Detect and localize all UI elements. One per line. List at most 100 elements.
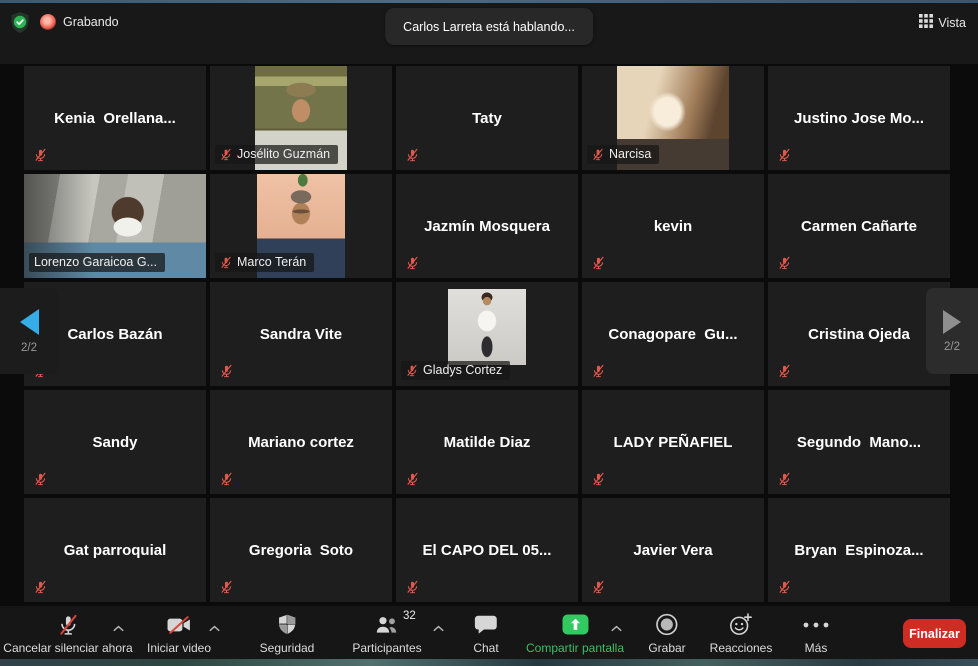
participant-tile[interactable]: Mariano cortez — [210, 390, 392, 494]
participant-tile[interactable]: Carmen Cañarte — [768, 174, 950, 278]
participant-tile[interactable]: kevin — [582, 174, 764, 278]
participant-name: Sandra Vite — [210, 282, 392, 386]
participants-icon: 32 — [374, 612, 400, 637]
muted-mic-icon — [592, 256, 605, 270]
muted-mic-icon — [592, 148, 604, 161]
next-page-button[interactable]: 2/2 — [926, 288, 978, 374]
participant-tile[interactable]: El CAPO DEL 05... — [396, 498, 578, 602]
recording-indicator: Grabando — [40, 14, 119, 30]
video-options-chevron-icon[interactable] — [209, 625, 220, 632]
muted-mic-icon — [406, 364, 418, 377]
participant-tile[interactable]: Jazmín Mosquera — [396, 174, 578, 278]
active-speaker-banner: Carlos Larreta está hablando... — [385, 8, 593, 45]
participant-tile[interactable]: Bryan Espinoza... — [768, 498, 950, 602]
muted-mic-icon — [592, 580, 605, 594]
arrow-right-icon — [943, 310, 961, 334]
participant-tile[interactable]: Conagopare Gu... — [582, 282, 764, 386]
recording-label: Grabando — [63, 15, 119, 29]
participant-tile[interactable]: Justino Jose Mo... — [768, 66, 950, 170]
participant-name: Lorenzo Garaicoa G... — [34, 255, 157, 269]
participant-name: Taty — [396, 66, 578, 170]
participant-tile[interactable]: Javier Vera — [582, 498, 764, 602]
participant-name: Sandy — [24, 390, 206, 494]
muted-mic-icon — [220, 148, 232, 161]
participant-name: Mariano cortez — [210, 390, 392, 494]
page-indicator: 2/2 — [21, 342, 37, 354]
participant-name-label: Josélito Guzmán — [215, 145, 338, 164]
record-button[interactable]: Grabar — [648, 612, 685, 655]
participant-name: Jazmín Mosquera — [396, 174, 578, 278]
participant-name: Josélito Guzmán — [237, 147, 330, 161]
previous-page-button[interactable]: 2/2 — [0, 288, 58, 374]
participant-tile[interactable]: Kenia Orellana... — [24, 66, 206, 170]
security-label: Seguridad — [260, 641, 315, 655]
participant-name-label: Gladys Cortez — [401, 361, 510, 380]
chat-bubble-icon — [474, 612, 497, 637]
muted-mic-icon — [34, 580, 47, 594]
unmute-button[interactable]: Cancelar silenciar ahora — [3, 612, 132, 655]
participant-tile[interactable]: Narcisa — [582, 66, 764, 170]
participant-grid: Kenia Orellana... — [24, 66, 950, 602]
participant-tile[interactable]: Gregoria Soto — [210, 498, 392, 602]
more-button[interactable]: Más — [803, 612, 829, 655]
reactions-label: Reacciones — [710, 641, 773, 655]
participant-tile[interactable]: Marco Terán — [210, 174, 392, 278]
muted-mic-icon — [220, 472, 233, 486]
participant-tile[interactable]: Taty — [396, 66, 578, 170]
participant-name: Gladys Cortez — [423, 363, 502, 377]
share-screen-label: Compartir pantalla — [526, 641, 624, 655]
participant-tile[interactable]: Gat parroquial — [24, 498, 206, 602]
share-screen-button[interactable]: Compartir pantalla — [526, 612, 624, 655]
participant-tile[interactable]: Sandy — [24, 390, 206, 494]
share-screen-icon — [561, 612, 588, 637]
participant-name: Kenia Orellana... — [24, 66, 206, 170]
muted-mic-icon — [778, 148, 791, 162]
more-dots-icon — [803, 612, 829, 637]
participant-name: Justino Jose Mo... — [768, 66, 950, 170]
view-label: Vista — [938, 16, 966, 30]
participant-name: Segundo Mano... — [768, 390, 950, 494]
participant-tile[interactable]: LADY PEÑAFIEL — [582, 390, 764, 494]
start-video-button[interactable]: Iniciar video — [147, 612, 211, 655]
participant-tile[interactable]: Josélito Guzmán — [210, 66, 392, 170]
record-label: Grabar — [648, 641, 685, 655]
record-icon — [655, 612, 678, 637]
view-button[interactable]: Vista — [919, 14, 966, 31]
recording-dot-icon — [40, 14, 56, 30]
muted-mic-icon — [220, 364, 233, 378]
participant-name: Gregoria Soto — [210, 498, 392, 602]
participant-name: Cristina Ojeda — [768, 282, 950, 386]
participant-tile[interactable]: Matilde Diaz — [396, 390, 578, 494]
meeting-top-bar: Grabando Carlos Larreta está hablando...… — [0, 3, 978, 64]
share-options-chevron-icon[interactable] — [611, 625, 622, 632]
chat-button[interactable]: Chat — [473, 612, 498, 655]
more-label: Más — [805, 641, 828, 655]
participant-name-label: Lorenzo Garaicoa G... — [29, 253, 165, 272]
unmute-label: Cancelar silenciar ahora — [3, 641, 132, 655]
muted-mic-icon — [220, 580, 233, 594]
participant-name-label: Narcisa — [587, 145, 659, 164]
security-button[interactable]: Seguridad — [260, 612, 315, 655]
muted-mic-icon — [778, 472, 791, 486]
participant-tile[interactable]: Cristina Ojeda — [768, 282, 950, 386]
muted-mic-icon — [406, 148, 419, 162]
reactions-button[interactable]: Reacciones — [710, 612, 773, 655]
participant-tile[interactable]: Gladys Cortez — [396, 282, 578, 386]
participant-name-label: Marco Terán — [215, 253, 314, 272]
participant-tile[interactable]: Lorenzo Garaicoa G... — [24, 174, 206, 278]
shield-check-icon — [9, 11, 31, 35]
muted-mic-icon — [34, 472, 47, 486]
participant-name: Marco Terán — [237, 255, 306, 269]
microphone-muted-icon — [58, 612, 78, 637]
muted-mic-icon — [778, 364, 791, 378]
participants-options-chevron-icon[interactable] — [433, 625, 444, 632]
participant-tile[interactable]: Sandra Vite — [210, 282, 392, 386]
camera-off-icon — [167, 612, 191, 637]
end-meeting-button[interactable]: Finalizar — [903, 619, 966, 648]
mic-options-chevron-icon[interactable] — [113, 625, 124, 632]
participants-button[interactable]: 32 Participantes — [352, 612, 421, 655]
participant-tile[interactable]: Segundo Mano... — [768, 390, 950, 494]
shield-icon — [278, 612, 297, 637]
participant-name: Carmen Cañarte — [768, 174, 950, 278]
participant-name: Gat parroquial — [24, 498, 206, 602]
